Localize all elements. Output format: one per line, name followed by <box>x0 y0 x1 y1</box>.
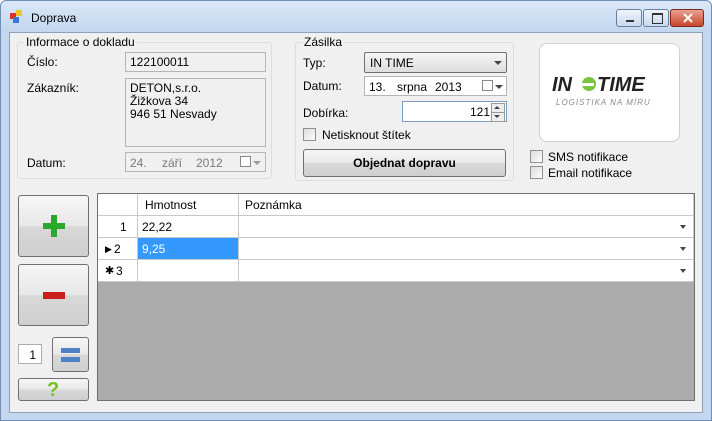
equals-icon-bar <box>61 357 80 362</box>
sms-checkbox[interactable] <box>530 150 543 163</box>
cell-hmotnost[interactable]: 22,22 <box>138 216 239 238</box>
cell-poznamka[interactable] <box>239 216 694 238</box>
typ-label: Typ: <box>303 56 326 70</box>
maximize-icon <box>652 13 663 24</box>
grid-corner[interactable] <box>98 194 138 216</box>
chevron-down-icon <box>495 85 503 89</box>
column-header-label: Hmotnost <box>145 198 197 212</box>
row-number: 3 <box>116 264 123 278</box>
count-input[interactable]: 1 <box>18 344 42 364</box>
question-icon: ? <box>47 379 60 401</box>
column-header-poznamka[interactable]: Poznámka <box>239 194 694 216</box>
info-legend: Informace o dokladu <box>24 35 137 49</box>
chevron-down-icon[interactable] <box>680 247 686 251</box>
calendar-icon <box>240 156 251 167</box>
cell-hmotnost[interactable]: 9,25 <box>138 238 239 260</box>
dobirka-stepper[interactable]: 121 <box>402 101 507 122</box>
chevron-down-icon[interactable] <box>680 225 686 229</box>
title-bar[interactable]: Doprava <box>1 1 711 32</box>
info-datum-month: září <box>162 156 183 170</box>
row-number: 1 <box>120 220 127 234</box>
add-row-button[interactable] <box>18 195 89 257</box>
items-grid[interactable]: Hmotnost Poznámka 1 22,22 ▶ 2 9,25 ✱ 3 <box>97 193 695 401</box>
column-header-hmotnost[interactable]: Hmotnost <box>138 194 239 216</box>
info-datum-year: 2012 <box>196 156 223 170</box>
client-area: Informace o dokladu Číslo: 122100011 Zák… <box>9 32 703 413</box>
minimize-icon <box>626 20 634 22</box>
row-number: 2 <box>114 242 121 256</box>
equals-icon <box>61 348 80 353</box>
cislo-label: Číslo: <box>27 55 58 69</box>
zasilka-datum-month: srpna <box>397 80 428 94</box>
chevron-down-icon <box>494 115 500 118</box>
cell-poznamka[interactable] <box>239 260 694 282</box>
dobirka-value: 121 <box>469 105 490 119</box>
typ-select[interactable]: IN TIME <box>364 52 507 73</box>
row-header[interactable]: 1 <box>98 216 138 238</box>
close-icon <box>683 13 693 23</box>
typ-value: IN TIME <box>370 56 414 70</box>
svg-text:LOGISTIKA NA MÍRU: LOGISTIKA NA MÍRU <box>556 98 651 107</box>
svg-text:TIME: TIME <box>597 74 645 96</box>
info-datum-picker[interactable]: 24. září 2012 <box>125 152 266 172</box>
table-row[interactable]: 1 22,22 <box>98 216 694 238</box>
close-button[interactable] <box>670 9 704 27</box>
cell-hmotnost-value: 9,25 <box>142 242 166 256</box>
chevron-down-icon <box>253 161 261 165</box>
sms-label: SMS notifikace <box>548 150 629 164</box>
column-header-label: Poznámka <box>245 198 302 212</box>
zakaznik-label: Zákazník: <box>27 81 80 95</box>
svg-text:IN: IN <box>552 74 573 96</box>
zakaznik-field[interactable]: DETON,s.r.o. Žižkova 34 946 51 Nesvady <box>125 78 266 147</box>
grid-header-row: Hmotnost Poznámka <box>98 194 694 216</box>
zakaznik-line: 946 51 Nesvady <box>130 107 217 121</box>
intime-logo-graphic: IN TIME LOGISTIKA NA MÍRU <box>552 74 651 107</box>
help-button[interactable]: ? <box>18 378 89 401</box>
plus-icon <box>43 215 65 237</box>
email-checkbox[interactable] <box>530 166 543 179</box>
dobirka-label: Dobírka: <box>303 106 349 120</box>
stepper-down-button[interactable] <box>491 112 505 122</box>
chevron-down-icon[interactable] <box>680 269 686 273</box>
app-icon <box>10 10 22 23</box>
objednat-button[interactable]: Objednat dopravu <box>303 149 506 177</box>
window-title: Doprava <box>31 11 77 25</box>
minimize-button[interactable] <box>616 9 642 27</box>
cislo-value: 122100011 <box>130 55 190 69</box>
zasilka-datum-day: 13. <box>369 80 386 94</box>
remove-row-button[interactable] <box>18 264 89 326</box>
objednat-label: Objednat dopravu <box>353 156 456 170</box>
equals-button[interactable] <box>52 337 89 372</box>
minus-icon <box>43 292 65 299</box>
cell-hmotnost-value: 22,22 <box>142 220 173 234</box>
email-label: Email notifikace <box>548 166 633 180</box>
zasilka-datum-label: Datum: <box>303 79 342 93</box>
count-value: 1 <box>29 348 36 362</box>
info-datum-label: Datum: <box>27 156 66 170</box>
zasilka-datum-year: 2013 <box>435 80 462 94</box>
info-datum-day: 24. <box>130 156 147 170</box>
app-window: Doprava Informace o dokladu Číslo: 12210… <box>0 0 712 421</box>
row-marker: ▶ <box>105 244 112 254</box>
zasilka-datum-picker[interactable]: 13. srpna 2013 <box>364 76 507 96</box>
row-header[interactable]: ✱ 3 <box>98 260 138 282</box>
cell-poznamka[interactable] <box>239 238 694 260</box>
table-row[interactable]: ✱ 3 <box>98 260 694 282</box>
netisknout-label: Netisknout štítek <box>322 128 411 142</box>
cell-hmotnost[interactable] <box>138 260 239 282</box>
chevron-down-icon <box>494 61 502 65</box>
calendar-icon <box>482 80 493 91</box>
row-marker: ✱ <box>105 265 115 277</box>
table-row[interactable]: ▶ 2 9,25 <box>98 238 694 260</box>
intime-logo: IN TIME LOGISTIKA NA MÍRU <box>539 43 680 142</box>
zasilka-legend: Zásilka <box>302 35 345 49</box>
row-header[interactable]: ▶ 2 <box>98 238 138 260</box>
cislo-field[interactable]: 122100011 <box>125 52 266 72</box>
chevron-up-icon <box>494 106 500 109</box>
netisknout-checkbox[interactable] <box>303 128 316 141</box>
maximize-button[interactable] <box>643 9 669 27</box>
